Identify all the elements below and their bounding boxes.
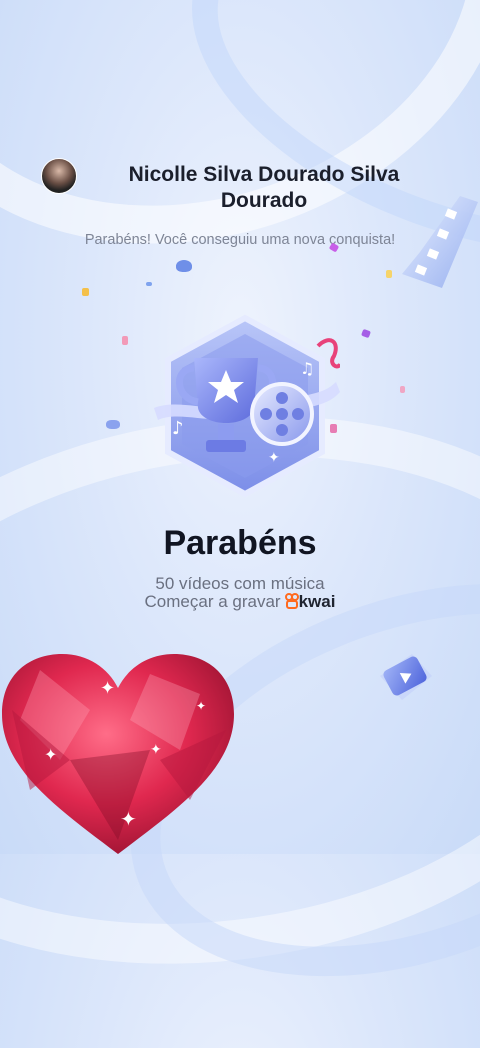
kwai-logo-icon xyxy=(284,593,299,609)
achievement-description: 50 vídeos com música xyxy=(155,574,325,593)
confetti xyxy=(361,328,371,339)
play-card-icon xyxy=(380,654,432,700)
svg-text:✦: ✦ xyxy=(196,699,206,713)
achievement-subtitle: Parabéns! Você conseguiu uma nova conqui… xyxy=(84,232,396,248)
avatar[interactable] xyxy=(41,158,77,194)
trophy-badge: ♪ ♫ ✦ xyxy=(154,314,340,498)
username: Nicolle Silva Dourado Silva Dourado xyxy=(128,163,400,212)
confetti xyxy=(122,336,128,345)
svg-text:✦: ✦ xyxy=(44,745,57,764)
kwai-brand-text: kwai xyxy=(298,592,336,611)
svg-text:✦: ✦ xyxy=(120,807,137,831)
confetti xyxy=(82,288,89,296)
svg-text:✦: ✦ xyxy=(100,678,115,699)
heart-sticker: ✦ ✦ ✦ ✦ ✦ xyxy=(2,654,234,854)
start-recording-link[interactable]: Começar a gravar kwai xyxy=(0,592,480,612)
confetti xyxy=(386,270,392,278)
svg-text:✦: ✦ xyxy=(268,450,280,466)
achievement-title: Parabéns xyxy=(163,524,317,562)
film-reel-icon xyxy=(250,382,314,446)
confetti xyxy=(176,260,192,272)
confetti xyxy=(106,420,120,429)
svg-text:✦: ✦ xyxy=(150,742,162,758)
start-recording-text: Começar a gravar xyxy=(144,592,281,611)
confetti xyxy=(146,282,152,286)
svg-text:♪: ♪ xyxy=(172,418,184,439)
svg-text:♫: ♫ xyxy=(300,359,314,378)
confetti xyxy=(400,386,405,393)
